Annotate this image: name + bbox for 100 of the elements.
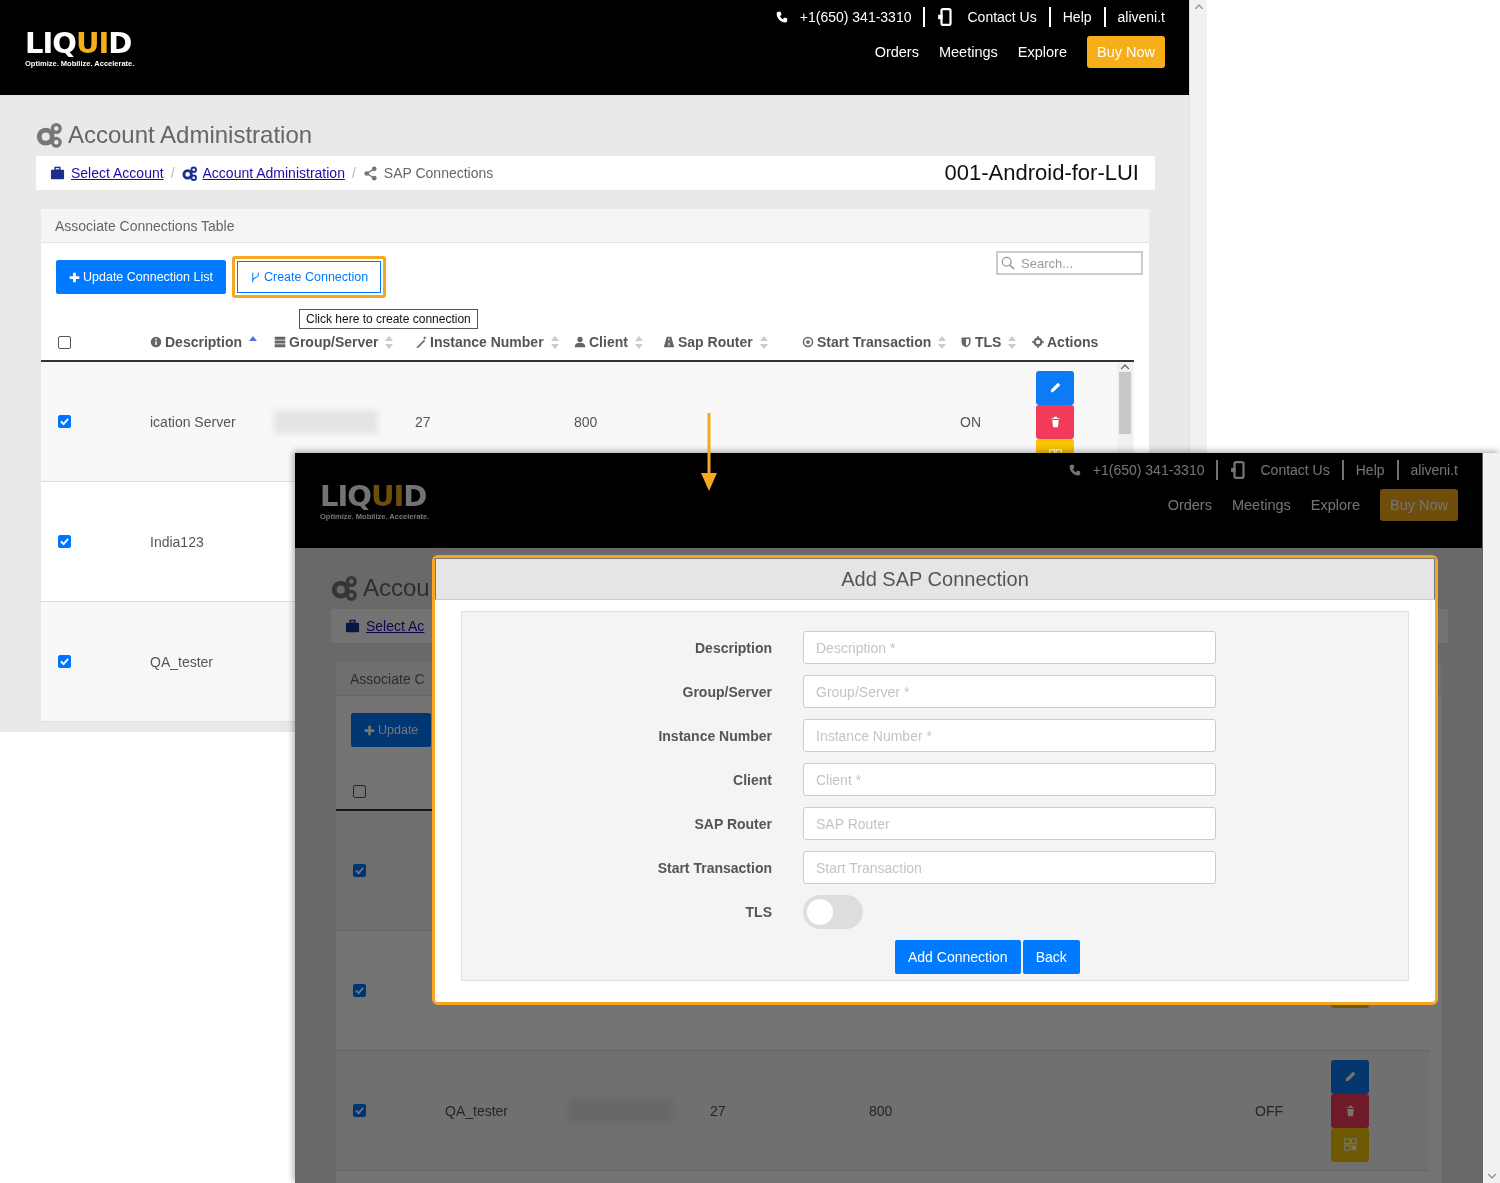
- header-link[interactable]: Help: [1062, 9, 1092, 25]
- plus-icon: [69, 271, 80, 283]
- gears-icon: [36, 122, 62, 148]
- input-field[interactable]: Description *: [803, 631, 1216, 664]
- column-header[interactable]: Start Transaction: [817, 334, 932, 350]
- trash-icon: [1048, 415, 1062, 428]
- breadcrumb-link[interactable]: Select Ac: [366, 618, 425, 634]
- header-link[interactable]: aliveni.t: [1117, 9, 1165, 25]
- row-checkbox[interactable]: [58, 655, 71, 668]
- edit-button[interactable]: [1331, 1059, 1369, 1094]
- breadcrumb-separator: /: [351, 165, 356, 181]
- add-connection-button[interactable]: Add Connection: [895, 940, 1021, 974]
- nav-link[interactable]: Orders: [874, 44, 919, 60]
- row-checkbox[interactable]: [353, 864, 366, 877]
- briefcase-icon: [345, 618, 360, 634]
- breadcrumb-link[interactable]: Select Account: [71, 165, 164, 181]
- input-field[interactable]: SAP Router: [803, 807, 1216, 840]
- table-cell: QA_tester: [150, 653, 214, 670]
- breadcrumb-current: SAP Connections: [383, 165, 494, 181]
- branch-icon: [249, 271, 261, 283]
- trash-icon: [1343, 1104, 1357, 1117]
- tls-toggle[interactable]: [803, 895, 863, 929]
- user-icon: [574, 336, 586, 348]
- nav-link[interactable]: Explore: [1017, 44, 1067, 60]
- target-icon: [802, 336, 814, 348]
- scrollbar[interactable]: [1482, 453, 1500, 1183]
- panel-title: Associate C: [350, 670, 425, 687]
- page-title: Accou: [363, 574, 430, 602]
- caret-down-icon: [1486, 1171, 1497, 1181]
- plus-icon: [364, 724, 375, 736]
- column-header[interactable]: Client: [589, 334, 628, 350]
- contact-link[interactable]: Contact Us: [967, 9, 1037, 25]
- nav-link[interactable]: Meetings: [938, 44, 998, 60]
- nav-link[interactable]: Explore: [1310, 497, 1360, 513]
- column-header[interactable]: Description: [165, 334, 242, 350]
- gears-icon: [331, 575, 357, 601]
- field-label: Instance Number: [657, 727, 772, 744]
- table-cell: ication Server: [150, 413, 236, 430]
- road-icon: [663, 336, 675, 348]
- phone-link[interactable]: +1(650) 341-3310: [1092, 462, 1205, 478]
- column-header[interactable]: Sap Router: [678, 334, 753, 350]
- field-label: Client: [732, 771, 772, 788]
- table-cell: 800: [869, 1102, 893, 1119]
- page-title: Account Administration: [68, 121, 313, 149]
- table-cell: QA_tester: [445, 1102, 509, 1119]
- input-field[interactable]: Group/Server *: [803, 675, 1216, 708]
- settings-icon: [1032, 336, 1044, 348]
- table-cell: 27: [415, 413, 431, 430]
- gears-icon: [181, 165, 197, 181]
- phone-icon: [1067, 463, 1081, 477]
- input-field[interactable]: Client *: [803, 763, 1216, 796]
- row-checkbox[interactable]: [58, 535, 71, 548]
- column-header[interactable]: Actions: [1047, 334, 1099, 350]
- logo-wordmark: LIQUID: [320, 480, 428, 511]
- phone-link[interactable]: +1(650) 341-3310: [799, 9, 912, 25]
- account-name: 001-Android-for-LUI: [944, 160, 1139, 186]
- edit-button[interactable]: [1036, 370, 1074, 405]
- input-field[interactable]: Instance Number *: [803, 719, 1216, 752]
- select-all-checkbox[interactable]: [353, 784, 366, 798]
- row-checkbox[interactable]: [58, 415, 71, 428]
- field-label: SAP Router: [693, 815, 772, 832]
- delete-button[interactable]: [1331, 1093, 1369, 1128]
- grid-icon: [1343, 1138, 1357, 1151]
- grid-button[interactable]: [1331, 1127, 1369, 1162]
- column-header[interactable]: Instance Number: [430, 334, 544, 350]
- nav-link[interactable]: Orders: [1167, 497, 1212, 513]
- server-icon: [274, 336, 286, 348]
- caret-up-icon: [1120, 362, 1130, 372]
- phone-icon: [774, 10, 788, 24]
- info-icon: [150, 336, 162, 348]
- create-connection-button[interactable]: Create Connection: [231, 256, 387, 298]
- contact-link[interactable]: Contact Us: [1260, 462, 1330, 478]
- row-checkbox[interactable]: [353, 984, 366, 997]
- input-field[interactable]: Start Transaction: [803, 851, 1216, 884]
- table-cell: 27: [710, 1102, 726, 1119]
- column-header[interactable]: TLS: [975, 334, 1002, 350]
- update-list-button[interactable]: Update Connection List: [56, 260, 226, 294]
- pencil-icon: [1048, 381, 1062, 394]
- select-all-checkbox[interactable]: [58, 335, 71, 349]
- header-link[interactable]: Help: [1355, 462, 1385, 478]
- briefcase-icon: [50, 165, 65, 181]
- pencil-icon: [1343, 1070, 1357, 1083]
- breadcrumb-separator: /: [170, 165, 175, 181]
- tooltip: Click here to create connection: [299, 309, 478, 329]
- wand-icon: [415, 336, 427, 348]
- column-header[interactable]: Group/Server: [289, 334, 379, 350]
- table-cell: OFF: [1255, 1102, 1283, 1119]
- row-checkbox[interactable]: [353, 1104, 366, 1117]
- search-icon: [1001, 256, 1015, 270]
- delete-button[interactable]: [1036, 404, 1074, 439]
- share-icon: [362, 165, 378, 181]
- back-button[interactable]: Back: [1022, 940, 1080, 974]
- table-cell: India123: [150, 533, 204, 550]
- search-field[interactable]: Search...: [996, 251, 1143, 275]
- shield-icon: [960, 336, 972, 348]
- breadcrumb-link[interactable]: Account Administration: [202, 165, 345, 181]
- header-link[interactable]: aliveni.t: [1410, 462, 1458, 478]
- nav-link[interactable]: Meetings: [1231, 497, 1291, 513]
- caret-up-icon: [1193, 2, 1204, 12]
- table-cell: 800: [574, 413, 598, 430]
